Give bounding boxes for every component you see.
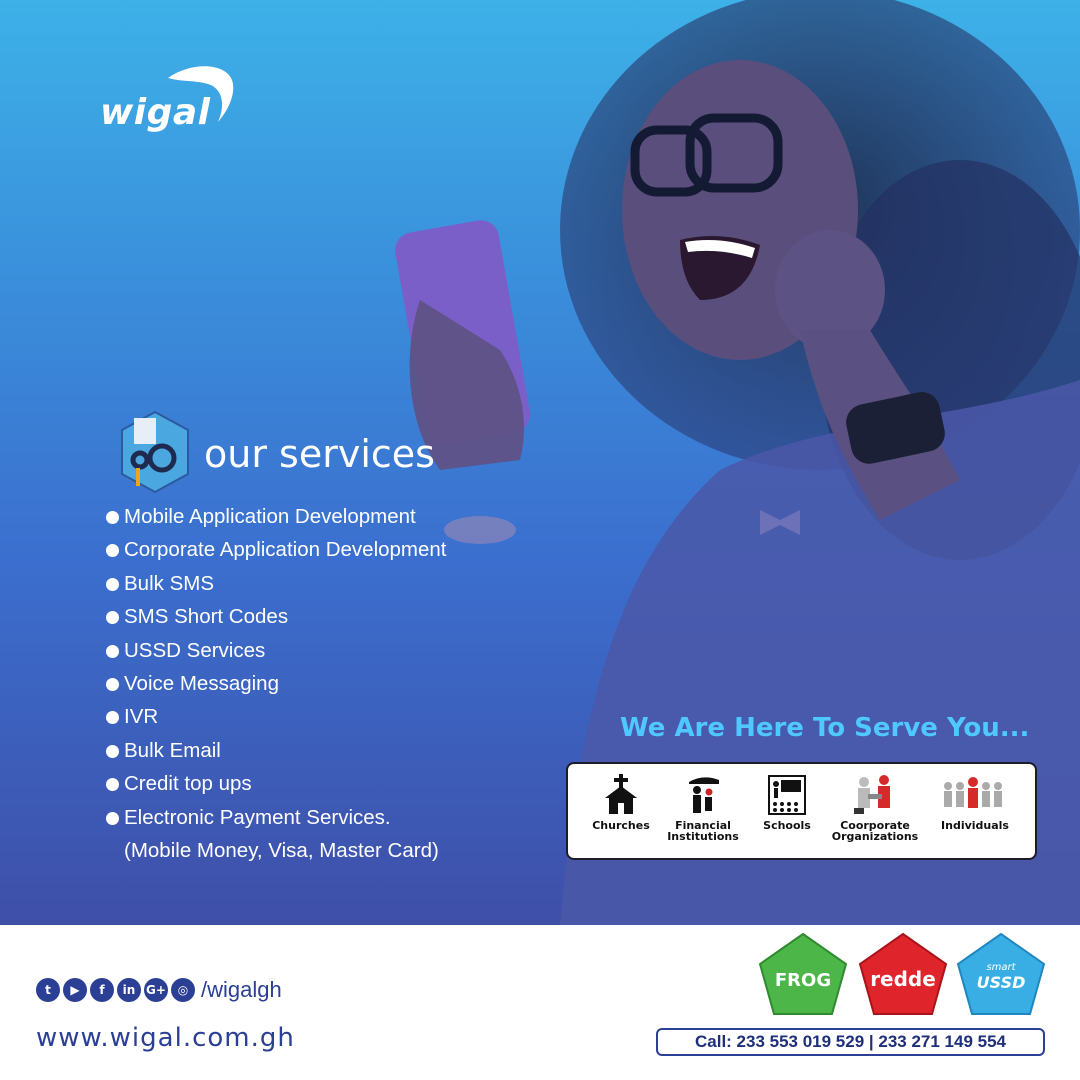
segment-label: Institutions (667, 830, 739, 843)
bullet-icon (106, 611, 119, 625)
bullet-icon (106, 644, 119, 658)
segment-label: Churches (592, 819, 650, 832)
segment-schools: Schools (742, 774, 832, 831)
hero-section: wigal our services Mobile Application De… (0, 0, 1080, 925)
frog-badge: FROG (758, 932, 848, 1015)
bullet-icon (106, 511, 119, 524)
services-list: Mobile Application Development Corporate… (106, 503, 447, 870)
facebook-icon[interactable]: f (90, 978, 114, 1002)
svg-text:FROG: FROG (775, 970, 831, 991)
church-icon (605, 774, 637, 814)
segment-label: Individuals (941, 819, 1009, 832)
svg-text:smart: smart (986, 962, 1016, 973)
bullet-icon (106, 577, 119, 591)
list-item: Voice Messaging (106, 670, 447, 703)
segment-churches: Churches (576, 774, 666, 831)
segment-label: Schools (763, 819, 811, 832)
website-link[interactable]: www.wigal.com.gh (36, 1023, 295, 1053)
smart-ussd-badge: smart USSD (956, 932, 1046, 1015)
bullet-icon (106, 711, 119, 725)
list-item: Corporate Application Development (106, 536, 447, 569)
list-item: Electronic Payment Services. (106, 804, 447, 837)
segment-financial: Financial Institutions (658, 774, 748, 842)
promo-poster: wigal our services Mobile Application De… (0, 0, 1080, 1080)
segment-corporate: Coorporate Organizations (830, 774, 920, 842)
bullet-icon (106, 677, 119, 691)
redde-badge: redde (858, 932, 948, 1015)
segment-individuals: Individuals (930, 774, 1020, 831)
list-item-note: (Mobile Money, Visa, Master Card) (124, 838, 439, 862)
list-item: Bulk SMS (106, 570, 447, 603)
footer: t ▶ f in G+ ◎ /wigalgh www.wigal.com.gh … (0, 925, 1080, 1080)
list-item: SMS Short Codes (106, 603, 447, 636)
handshake-icon (854, 775, 890, 814)
wigal-logo: wigal (100, 60, 250, 140)
serve-title: We Are Here To Serve You... (620, 713, 1030, 743)
list-item: Credit top ups (106, 770, 447, 803)
classroom-icon (768, 775, 806, 815)
list-item: Mobile Application Development (106, 503, 447, 536)
bullet-icon (106, 544, 119, 558)
youtube-icon[interactable]: ▶ (63, 978, 87, 1002)
serve-segments-box: Churches Financial Institutions Schools … (566, 762, 1037, 860)
instagram-icon[interactable]: ◎ (171, 978, 195, 1002)
services-title: our services (204, 432, 435, 476)
twitter-icon[interactable]: t (36, 978, 60, 1002)
list-item: USSD Services (106, 637, 447, 670)
list-item: IVR (106, 703, 447, 736)
google-plus-icon[interactable]: G+ (144, 978, 168, 1002)
product-badges: FROG redde smart USSD (758, 932, 1046, 1015)
bullet-icon (106, 778, 119, 792)
segment-label: Organizations (831, 830, 919, 843)
linkedin-icon[interactable]: in (117, 978, 141, 1002)
bullet-icon (106, 744, 119, 758)
social-handle[interactable]: /wigalgh (201, 977, 282, 1003)
family-umbrella-icon (689, 777, 719, 813)
list-item: Bulk Email (106, 737, 447, 770)
services-header: our services (118, 410, 518, 500)
people-group-icon (944, 777, 1002, 808)
social-links: t ▶ f in G+ ◎ /wigalgh (36, 977, 282, 1003)
logo-text: wigal (100, 92, 211, 133)
bullet-icon (106, 811, 119, 825)
svg-text:redde: redde (870, 967, 936, 991)
svg-text:USSD: USSD (977, 973, 1026, 992)
services-gear-icon (121, 410, 189, 494)
call-numbers[interactable]: Call: 233 553 019 529 | 233 271 149 554 (656, 1028, 1045, 1056)
